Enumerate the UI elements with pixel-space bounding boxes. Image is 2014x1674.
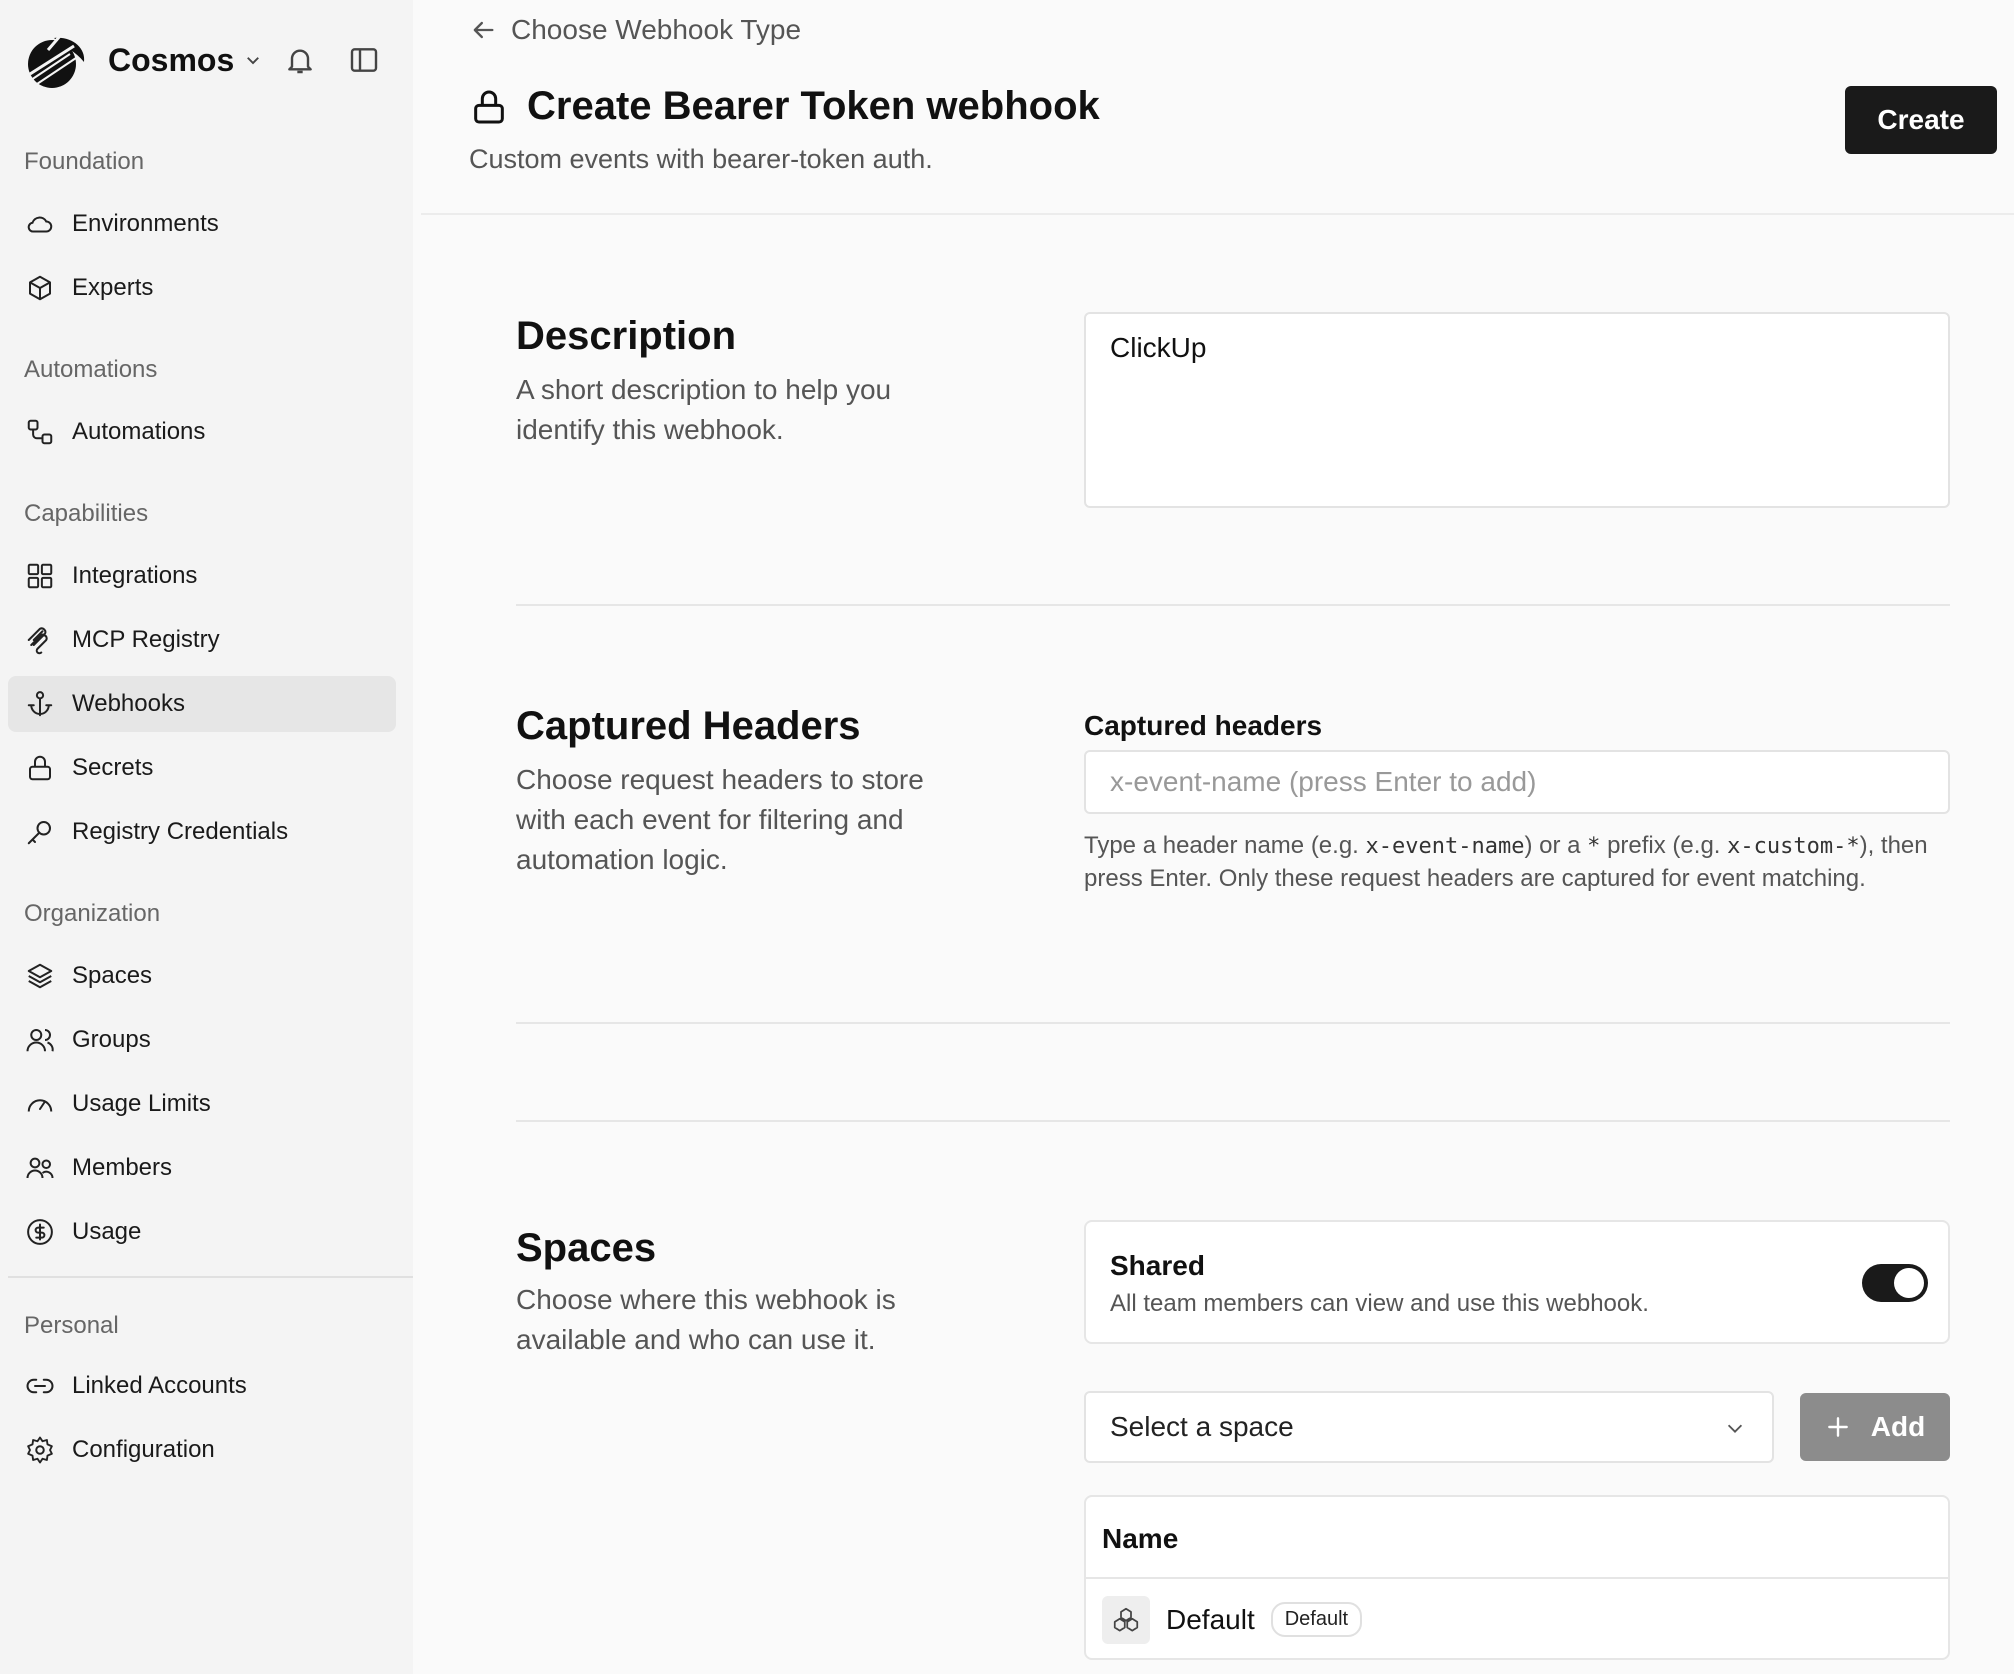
captured-headers-title: Captured Headers [516,704,861,748]
sidebar-item-usage-limits[interactable]: Usage Limits [8,1076,396,1132]
workflow-icon [24,416,56,448]
section-divider [516,1022,1950,1024]
page-title-text: Create Bearer Token webhook [527,84,1100,128]
grid-icon [24,560,56,592]
bell-icon[interactable] [284,44,316,76]
page-title: Create Bearer Token webhook [469,84,1100,129]
cloud-icon [24,208,56,240]
link-icon [24,1370,56,1402]
sidebar: Cosmos Foundation Environments Experts A… [0,0,413,1674]
section-label-personal: Personal [24,1312,119,1339]
sidebar-item-mcp-registry[interactable]: MCP Registry [8,612,396,668]
chevron-down-icon [1727,1424,1743,1433]
sidebar-item-secrets[interactable]: Secrets [8,740,396,796]
sidebar-item-experts[interactable]: Experts [8,260,396,316]
section-divider [516,1120,1950,1122]
sidebar-item-integrations[interactable]: Integrations [8,548,396,604]
shared-desc: All team members can view and use this w… [1110,1290,1649,1317]
description-textarea[interactable]: ClickUp [1084,312,1950,508]
default-badge: Default [1270,1602,1363,1637]
sidebar-toggle-icon[interactable] [348,44,380,76]
chevron-down-icon [247,57,260,65]
section-label-organization: Organization [24,900,161,927]
sidebar-item-webhooks[interactable]: Webhooks [8,676,396,732]
spaces-help: Choose where this webhook is available a… [516,1284,896,1355]
plus-icon [1827,1417,1848,1437]
create-button[interactable]: Create [1845,86,1997,154]
spaces-table: Name Default Default [1084,1495,1950,1660]
shared-title: Shared [1110,1250,1205,1281]
toggle-knob [1894,1268,1924,1298]
sidebar-divider [8,1276,413,1278]
arrow-left-icon [473,21,494,39]
main-content: Choose Webhook Type Create Bearer Token … [413,0,2014,1674]
table-header: Name [1086,1497,1948,1579]
description-title: Description [516,314,737,358]
space-select[interactable]: Select a space [1084,1391,1774,1463]
table-row[interactable]: Default Default [1086,1579,1948,1658]
gauge-icon [24,1088,56,1120]
space-icon [1102,1595,1150,1644]
sidebar-item-registry-credentials[interactable]: Registry Credentials [8,804,396,860]
section-label-automations: Automations [24,356,158,383]
sidebar-item-linked-accounts[interactable]: Linked Accounts [8,1358,396,1414]
spaces-title: Spaces [516,1226,657,1270]
section-divider [516,604,1950,606]
layers-icon [24,960,56,992]
users-icon [24,1024,56,1056]
back-link[interactable]: Choose Webhook Type [469,14,801,46]
mcp-icon [24,624,56,656]
captured-headers-hint: Type a header name (e.g. x-event-name) o… [1084,832,1928,892]
column-header-name: Name [1102,1523,1179,1554]
dollar-icon [24,1216,56,1248]
add-space-label: Add [1870,1411,1926,1442]
cosmos-logo-icon [27,35,85,88]
header-divider [421,213,2014,215]
section-label-foundation: Foundation [24,148,145,175]
sidebar-item-spaces[interactable]: Spaces [8,948,396,1004]
sidebar-item-automations[interactable]: Automations [8,404,396,460]
sidebar-item-configuration[interactable]: Configuration [8,1422,396,1478]
shared-card: Shared All team members can view and use… [1084,1220,1950,1344]
members-icon [24,1152,56,1184]
captured-headers-help: Choose request headers to store with eac… [516,764,924,875]
sidebar-item-usage[interactable]: Usage [8,1204,396,1260]
shared-toggle[interactable] [1862,1264,1928,1302]
cube-icon [24,272,56,304]
description-help: A short description to help you identify… [516,374,892,445]
sidebar-item-environments[interactable]: Environments [8,196,396,252]
workspace-switcher[interactable]: Cosmos [24,28,394,92]
sidebar-item-groups[interactable]: Groups [8,1012,396,1068]
space-select-value: Select a space [1110,1411,1294,1442]
page-subtitle: Custom events with bearer-token auth. [469,144,933,174]
captured-headers-placeholder: x-event-name (press Enter to add) [1110,766,1537,797]
space-name: Default [1166,1603,1255,1635]
add-space-button[interactable]: Add [1800,1393,1950,1461]
workspace-name: Cosmos [108,41,235,78]
captured-headers-input[interactable]: x-event-name (press Enter to add) [1084,750,1950,814]
gear-icon [24,1434,56,1466]
section-label-capabilities: Capabilities [24,500,149,527]
captured-headers-label: Captured headers [1084,710,1323,741]
lock-icon [24,752,56,784]
key-icon [24,816,56,848]
back-link-label: Choose Webhook Type [511,14,802,45]
sidebar-item-members[interactable]: Members [8,1140,396,1196]
lock-icon [474,90,504,123]
anchor-icon [24,688,56,720]
